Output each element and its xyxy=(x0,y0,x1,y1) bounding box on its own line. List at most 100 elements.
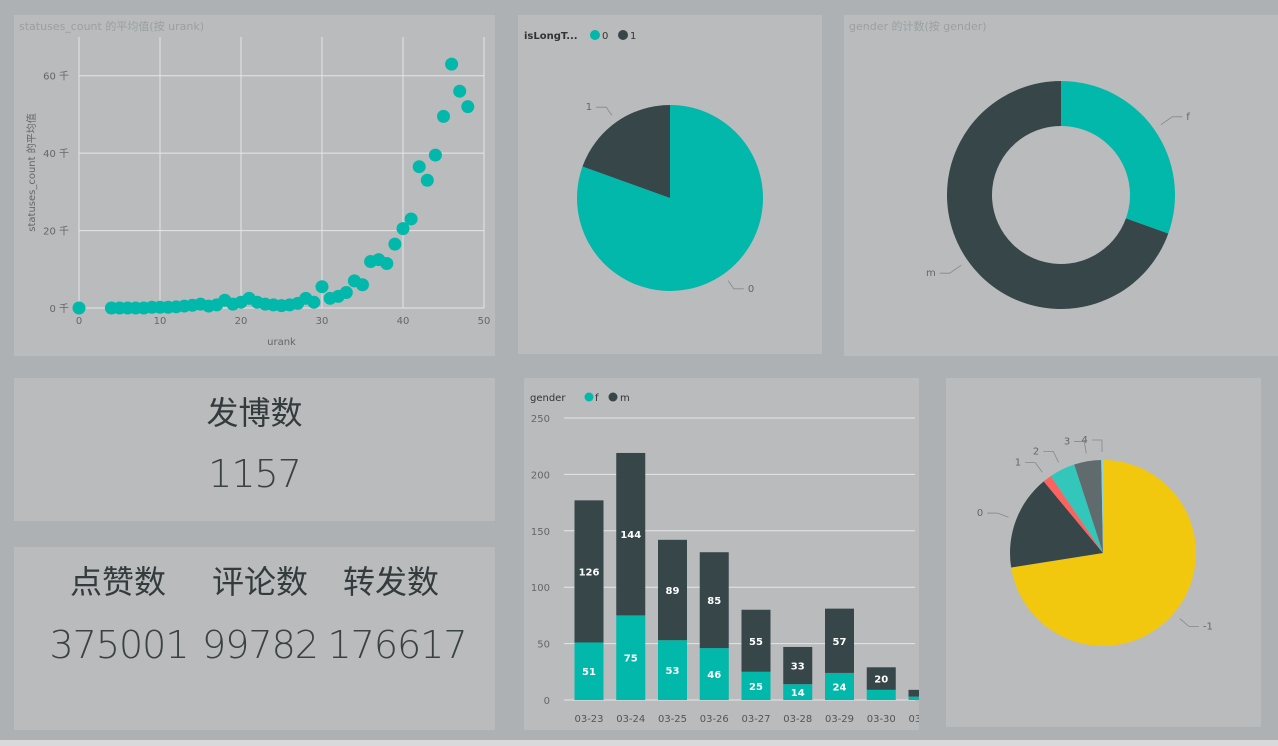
bar-label-m: 57 xyxy=(833,637,847,648)
bar-label-m: 144 xyxy=(620,530,641,541)
rank-pie-chart[interactable]: -1 0 1 2 3 4 xyxy=(946,378,1261,727)
x-tick-label: 50 xyxy=(478,316,491,327)
rank-label--1: -1 xyxy=(1203,621,1213,632)
rank-label-4: 4 xyxy=(1082,435,1088,446)
bar-m-03-31 xyxy=(908,689,919,697)
likes-label: 点赞数 xyxy=(69,563,166,601)
x-tick-label: 30 xyxy=(316,316,329,327)
bottom-strip xyxy=(0,740,1278,746)
y-tick-label: 250 xyxy=(531,414,550,425)
x-tick-label: 03-23 xyxy=(574,714,603,725)
y-tick-label: 60 千 xyxy=(43,71,69,83)
y-tick-label: 0 xyxy=(544,696,550,707)
scatter-point xyxy=(420,173,434,187)
rank-leader xyxy=(1091,439,1103,453)
scatter-point xyxy=(380,256,394,270)
legend-label-1: 1 xyxy=(630,31,636,42)
y-tick-label: 200 xyxy=(531,470,550,481)
gender-donut-panel: gender 的计数(按 gender) fm xyxy=(844,15,1278,356)
rank-leader xyxy=(987,512,1009,518)
gender-bar-chart[interactable]: gender f m 0 50 100 150 200 250 51 126 03-23 75 144 03… xyxy=(524,378,919,730)
islong-leader xyxy=(596,106,613,116)
gender-donut-chart[interactable]: fm xyxy=(844,15,1278,356)
bar-f-03-31 xyxy=(908,696,919,700)
scatter-chart[interactable]: 0 10 20 30 40 50 0 千 20 千 40 千 60 千 urank statuses_… xyxy=(14,15,495,356)
y-tick-label: 50 xyxy=(537,640,550,651)
rank-label-2: 2 xyxy=(1033,447,1039,458)
x-axis-label: urank xyxy=(267,337,296,348)
scatter-point xyxy=(453,84,467,98)
x-tick-label: 40 xyxy=(397,316,410,327)
y-tick-label: 40 千 xyxy=(43,148,69,160)
y-tick-label: 0 千 xyxy=(49,303,69,315)
y-tick-label: 100 xyxy=(531,583,550,594)
legend-dot-m xyxy=(608,392,618,402)
scatter-point xyxy=(388,237,402,251)
bar-label-f: 51 xyxy=(582,667,596,678)
rank-label-0: 0 xyxy=(977,508,983,519)
legend-dot-f xyxy=(584,392,594,402)
islong-label-1: 1 xyxy=(586,102,592,113)
bar-label-f: 75 xyxy=(624,654,638,665)
stats-card: 点赞数 评论数 转发数 375001 99782 176617 xyxy=(14,547,495,730)
legend-label-0: 0 xyxy=(602,31,608,42)
islong-legend-title: isLongT... xyxy=(524,31,578,42)
bar-label-m: 20 xyxy=(874,675,888,686)
bar-legend-title: gender xyxy=(530,393,566,404)
bar-label-m: 126 xyxy=(579,567,600,578)
rank-leader xyxy=(1179,618,1199,627)
x-tick-label: 03-27 xyxy=(741,714,770,725)
comments-value: 99782 xyxy=(202,623,319,667)
bar-label-f: 14 xyxy=(791,688,805,699)
gender-leader xyxy=(939,264,962,274)
x-tick-label: 03-31 xyxy=(908,714,919,725)
bar-label-m: 55 xyxy=(749,637,763,648)
legend-dot-1 xyxy=(618,30,628,40)
posts-card: 发博数 1157 xyxy=(14,378,495,521)
bar-label-f: 24 xyxy=(833,682,847,693)
bar-label-f: 46 xyxy=(707,670,721,681)
posts-card-label: 发博数 xyxy=(206,394,303,432)
rank-label-1: 1 xyxy=(1015,458,1021,469)
scatter-point xyxy=(315,280,329,294)
legend-label-f: f xyxy=(595,393,599,404)
x-tick-label: 03-24 xyxy=(616,714,645,725)
x-tick-label: 03-25 xyxy=(658,714,687,725)
reposts-value: 176617 xyxy=(327,623,467,667)
scatter-point xyxy=(339,286,353,300)
scatter-point xyxy=(437,109,450,123)
bar-label-m: 89 xyxy=(666,586,680,597)
x-tick-label: 20 xyxy=(235,316,248,327)
x-tick-label: 03-29 xyxy=(825,714,854,725)
scatter-point xyxy=(356,278,369,292)
bar-label-m: 85 xyxy=(707,596,721,607)
y-tick-label: 20 千 xyxy=(43,226,69,238)
rank-pie-panel: -1 0 1 2 3 4 xyxy=(946,378,1261,727)
y-tick-label: 150 xyxy=(531,527,550,538)
rank-label-3: 3 xyxy=(1064,437,1070,448)
gender-bar-panel: gender f m 0 50 100 150 200 250 51 126 03-23 75 144 03… xyxy=(524,378,919,730)
islong-label-0: 0 xyxy=(748,284,754,295)
scatter-panel: statuses_count 的平均值(按 urank) 0 10 20 30 40 50… xyxy=(14,15,495,356)
x-tick-label: 03-28 xyxy=(783,714,812,725)
scatter-point xyxy=(72,301,86,315)
islong-pie-chart[interactable]: isLongT... 0 1 0 1 xyxy=(518,15,822,354)
bar-label-m: 33 xyxy=(791,662,805,673)
y-axis-label: statuses_count 的平均值 xyxy=(25,113,38,231)
scatter-point xyxy=(445,57,459,71)
gender-label-f: f xyxy=(1186,112,1190,123)
scatter-point xyxy=(428,148,442,162)
islong-leader xyxy=(727,280,744,290)
gender-label-m: m xyxy=(926,268,936,279)
scatter-point xyxy=(307,295,321,309)
gender-slice-f xyxy=(1061,81,1175,234)
x-tick-label: 03-26 xyxy=(700,714,729,725)
scatter-point xyxy=(412,160,426,174)
rank-leader xyxy=(1043,451,1059,463)
comments-label: 评论数 xyxy=(211,563,308,601)
bar-label-f: 53 xyxy=(666,666,680,677)
x-tick-label: 10 xyxy=(154,316,167,327)
scatter-point xyxy=(404,212,418,226)
posts-card-value: 1157 xyxy=(208,452,302,496)
gender-leader xyxy=(1160,116,1183,126)
